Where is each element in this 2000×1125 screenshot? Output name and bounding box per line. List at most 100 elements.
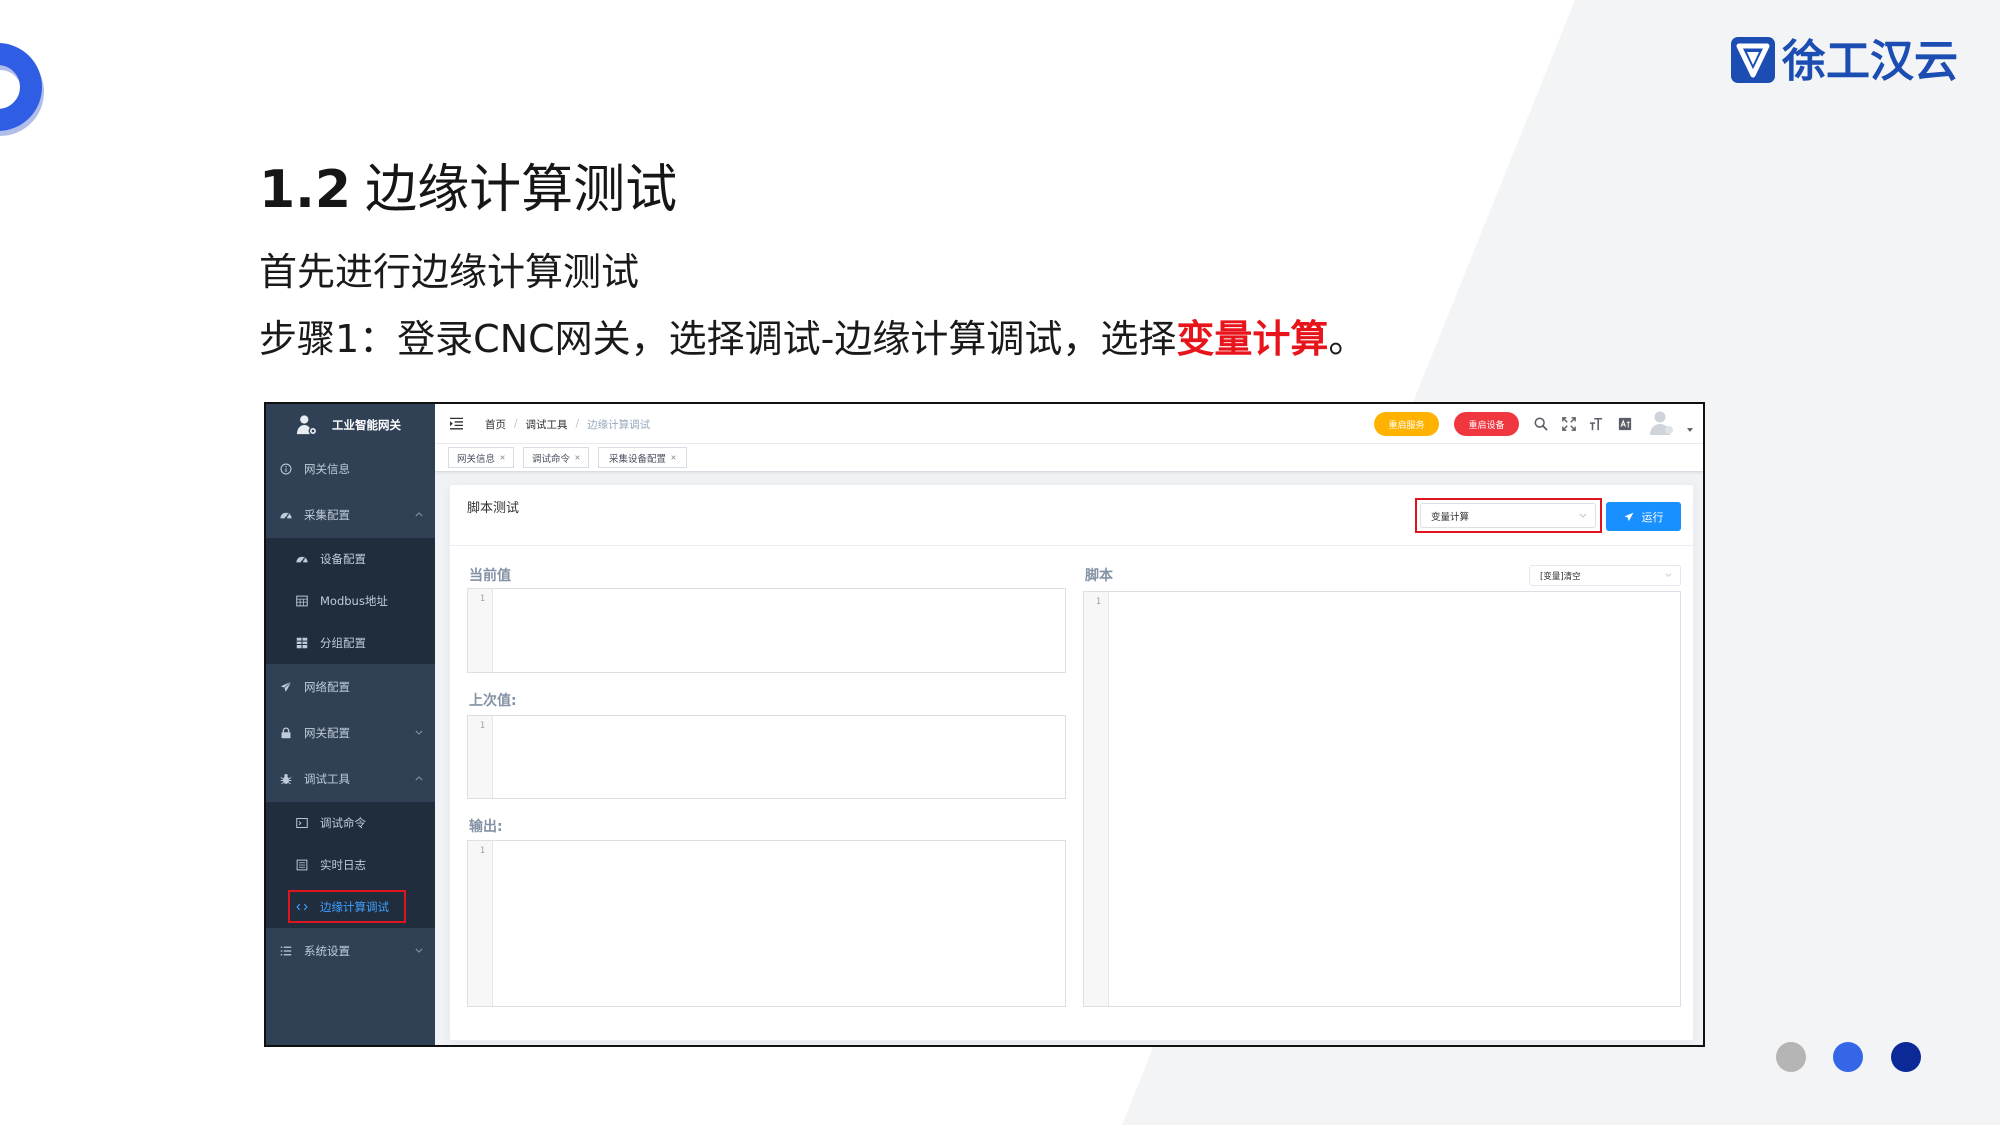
step-highlight: 变量计算	[1176, 317, 1329, 361]
card-divider	[450, 545, 1693, 546]
terminal-icon	[296, 817, 308, 829]
previous-value-editor[interactable]: 1	[467, 715, 1066, 799]
logo-text: 徐工汉云	[1782, 36, 1958, 87]
sidebar-item-modbus-address[interactable]: Modbus地址	[266, 580, 435, 622]
script-label: 脚本	[1085, 568, 1113, 584]
close-icon[interactable]	[671, 455, 676, 460]
hamburger-icon[interactable]	[449, 417, 464, 430]
chevron-down-icon[interactable]	[415, 730, 423, 735]
sidebar-item-label: 网络配置	[304, 680, 350, 694]
sidebar: 工业智能网关 网关信息 采集配置 设备配置 Modbus地址 分组配置 网络配置…	[266, 404, 435, 1045]
sidebar-item-label: 调试命令	[320, 816, 366, 830]
sidebar-item-group-config[interactable]: 分组配置	[266, 622, 435, 664]
line-number: 1	[1095, 597, 1101, 607]
sidebar-item-label: 分组配置	[320, 636, 366, 650]
sidebar-item-debug-tools[interactable]: 调试工具	[266, 756, 435, 802]
annotation-highlight-box	[1415, 498, 1602, 533]
send-icon	[1624, 512, 1634, 522]
previous-value-label: 上次值:	[469, 693, 517, 709]
user-gear-icon	[296, 414, 318, 436]
search-icon[interactable]	[1534, 417, 1548, 431]
line-number-gutter: 1	[1084, 592, 1109, 1006]
breadcrumb-separator: /	[575, 418, 580, 430]
slide-title: 1.2 边缘计算测试	[259, 158, 677, 222]
tag-collection-device-config[interactable]: 采集设备配置	[598, 447, 687, 468]
dashboard-icon	[296, 553, 308, 565]
line-number: 1	[479, 721, 485, 731]
run-button-label: 运行	[1641, 510, 1664, 524]
current-value-label: 当前值	[469, 568, 511, 584]
font-size-icon[interactable]	[1589, 417, 1603, 431]
chevron-down-icon[interactable]	[415, 948, 423, 953]
sidebar-item-label: 网关配置	[304, 726, 350, 740]
sidebar-item-label: Modbus地址	[320, 594, 388, 608]
card-title: 脚本测试	[467, 501, 520, 516]
chevron-up-icon[interactable]	[415, 776, 423, 781]
table-icon	[296, 595, 308, 607]
main-area: 首页 / 调试工具 / 边缘计算调试 重启服务 重启设备 网关信息 调试命令 采…	[435, 404, 1703, 1045]
breadcrumb-current: 边缘计算调试	[587, 418, 651, 431]
app-screenshot: 工业智能网关 网关信息 采集配置 设备配置 Modbus地址 分组配置 网络配置…	[264, 402, 1705, 1047]
slide-title-number: 1.2	[259, 160, 352, 220]
info-icon	[280, 463, 292, 475]
breadcrumb-debug-tools[interactable]: 调试工具	[526, 417, 568, 432]
breadcrumb-separator: /	[514, 418, 518, 430]
line-number-gutter: 1	[468, 841, 493, 1006]
page-dot-1	[1776, 1042, 1806, 1072]
tag-label: 网关信息	[456, 453, 495, 465]
output-editor[interactable]: 1	[467, 840, 1066, 1007]
breadcrumb-home[interactable]: 首页	[485, 417, 506, 432]
bug-icon	[280, 773, 292, 785]
script-template-value: [变量]清空	[1540, 571, 1581, 582]
close-icon[interactable]	[500, 455, 505, 460]
run-button[interactable]: 运行	[1606, 502, 1681, 531]
current-value-editor[interactable]: 1	[467, 588, 1066, 673]
log-icon	[296, 859, 308, 871]
avatar[interactable]	[1649, 410, 1675, 436]
sidebar-item-gateway-config[interactable]: 网关配置	[266, 710, 435, 756]
restart-service-button[interactable]: 重启服务	[1374, 412, 1439, 436]
breadcrumb: 首页 / 调试工具 / 边缘计算调试	[485, 404, 650, 444]
line-number-gutter: 1	[468, 589, 493, 672]
brand-logo: 徐工汉云	[1730, 37, 1958, 87]
script-template-select[interactable]: [变量]清空	[1529, 565, 1681, 586]
navbar: 首页 / 调试工具 / 边缘计算调试 重启服务 重启设备	[435, 404, 1703, 444]
caret-down-icon[interactable]	[1687, 428, 1693, 432]
slide-title-text: 边缘计算测试	[365, 160, 678, 220]
line-number-gutter: 1	[468, 716, 493, 798]
decorative-ring	[0, 43, 44, 136]
tags-bar: 网关信息 调试命令 采集设备配置	[435, 444, 1703, 472]
tag-debug-command[interactable]: 调试命令	[523, 447, 589, 468]
sidebar-item-gateway-info[interactable]: 网关信息	[266, 446, 435, 492]
sidebar-title: 工业智能网关	[332, 418, 401, 432]
restart-device-button[interactable]: 重启设备	[1454, 412, 1519, 436]
tag-gateway-info[interactable]: 网关信息	[448, 447, 514, 468]
translate-icon[interactable]	[1618, 417, 1632, 431]
dashboard-icon	[280, 509, 292, 521]
sidebar-item-label: 系统设置	[304, 944, 350, 958]
tag-label: 采集设备配置	[608, 453, 666, 465]
step-suffix: 。	[1328, 317, 1367, 361]
grid-icon	[296, 637, 308, 649]
step-text: 步骤1：登录CNC网关，选择调试-边缘计算调试，选择	[259, 317, 1177, 361]
submenu-collection-config: 设备配置 Modbus地址 分组配置	[266, 538, 435, 664]
sidebar-item-label: 网关信息	[304, 462, 350, 476]
chevron-down-icon	[1665, 572, 1672, 577]
sidebar-item-realtime-log[interactable]: 实时日志	[266, 844, 435, 886]
fullscreen-icon[interactable]	[1562, 417, 1576, 431]
output-label: 输出:	[469, 819, 503, 835]
sidebar-item-label: 实时日志	[320, 858, 366, 872]
sidebar-item-debug-command[interactable]: 调试命令	[266, 802, 435, 844]
sidebar-item-device-config[interactable]: 设备配置	[266, 538, 435, 580]
sidebar-item-label: 调试工具	[304, 772, 350, 786]
line-number: 1	[479, 594, 485, 604]
slide-intro: 首先进行边缘计算测试	[259, 250, 640, 294]
sidebar-item-network-config[interactable]: 网络配置	[266, 664, 435, 710]
sidebar-item-label: 设备配置	[320, 552, 366, 566]
sidebar-item-collection-config[interactable]: 采集配置	[266, 492, 435, 538]
close-icon[interactable]	[575, 455, 580, 460]
sidebar-item-system-settings[interactable]: 系统设置	[266, 928, 435, 974]
script-editor[interactable]: 1	[1083, 591, 1681, 1007]
list-icon	[280, 945, 292, 957]
chevron-up-icon[interactable]	[415, 512, 423, 517]
